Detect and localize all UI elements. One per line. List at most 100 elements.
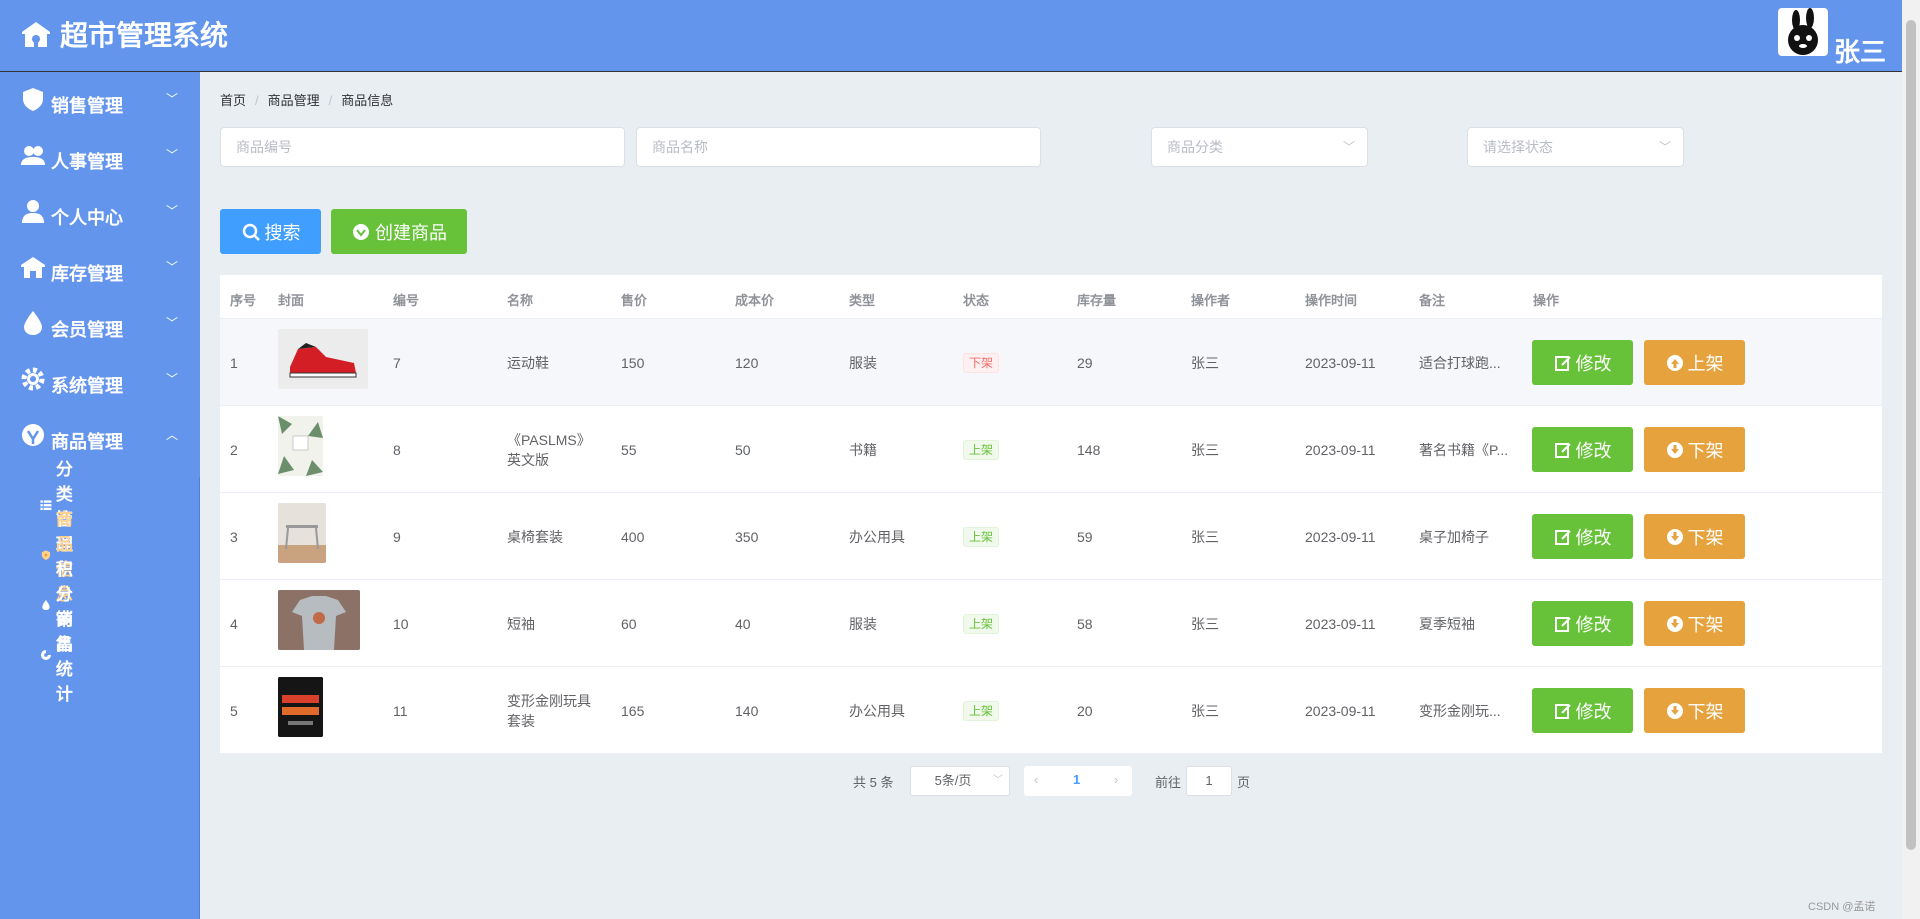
sidebar-item-products[interactable]: 商品管理 ︿: [0, 408, 200, 464]
sidebar-subitem-sales-stats[interactable]: 销售统计: [40, 610, 87, 704]
arrow-up-icon: [1666, 354, 1683, 371]
status-badge: 下架: [963, 352, 1000, 373]
product-cover-image: [278, 677, 323, 737]
watermark: CSDN @孟诺: [1808, 901, 1876, 913]
goto-label: 前往: [1155, 774, 1182, 790]
take-off-shelf-button[interactable]: 下架: [1644, 514, 1745, 559]
edit-icon: [1554, 616, 1571, 632]
cell-cost: 40: [735, 615, 751, 632]
breadcrumb-products[interactable]: 商品管理: [268, 93, 320, 108]
pager: ‹ 1 ›: [1024, 766, 1132, 796]
cell-note: 桌子加椅子: [1419, 528, 1489, 545]
product-code-placeholder: 商品编号: [236, 139, 292, 155]
create-product-button[interactable]: 创建商品: [331, 209, 467, 254]
product-name-input[interactable]: 商品名称: [636, 127, 1041, 167]
status-select[interactable]: 请选择状态 ﹀: [1467, 127, 1684, 167]
status-placeholder: 请选择状态: [1483, 139, 1553, 155]
cell-index: 4: [230, 615, 238, 632]
pagination-total: 共 5 条: [853, 774, 894, 790]
product-cover-image: [278, 590, 360, 650]
column-header-type: 类型: [849, 293, 876, 308]
edit-button-label: 修改: [1575, 614, 1612, 635]
sidebar-item-profile[interactable]: 个人中心 ﹀: [0, 184, 200, 240]
take-off-shelf-button[interactable]: 下架: [1644, 688, 1745, 733]
edit-button[interactable]: 修改: [1532, 514, 1633, 559]
cell-cost: 50: [735, 441, 751, 458]
product-code-input[interactable]: 商品编号: [220, 127, 625, 167]
sidebar-item-sales[interactable]: 销售管理 ﹀: [0, 72, 200, 128]
take-off-shelf-button[interactable]: 下架: [1644, 601, 1745, 646]
sidebar-item-label: 个人中心: [51, 208, 123, 228]
edit-button-label: 修改: [1575, 440, 1612, 461]
edit-button[interactable]: 修改: [1532, 688, 1633, 733]
cell-code: 7: [393, 354, 401, 371]
cell-time: 2023-09-11: [1305, 528, 1376, 545]
cell-name: 运动鞋: [507, 354, 549, 371]
breadcrumb-separator: /: [328, 93, 333, 108]
cell-code: 10: [393, 615, 409, 632]
drop-icon: [42, 599, 50, 611]
cell-time: 2023-09-11: [1305, 615, 1376, 632]
shield-icon: [23, 88, 43, 111]
column-header-operator: 操作者: [1191, 293, 1231, 308]
take-off-shelf-button[interactable]: 下架: [1644, 427, 1745, 472]
warehouse-icon: [21, 257, 45, 278]
cell-status: 下架: [963, 319, 1000, 406]
status-badge: 上架: [963, 526, 1000, 547]
cell-type: 服装: [849, 615, 877, 632]
column-header-status: 状态: [963, 293, 990, 308]
cell-note: 著名书籍《P...: [1419, 441, 1509, 458]
list-icon: [40, 500, 52, 511]
arrow-down-icon: [1666, 441, 1683, 458]
scrollbar-thumb[interactable]: [1906, 20, 1916, 850]
cell-price: 165: [621, 702, 645, 719]
cell-status: 上架: [963, 580, 1000, 667]
category-select[interactable]: 商品分类 ﹀: [1151, 127, 1368, 167]
shelf-button-label: 上架: [1687, 353, 1724, 374]
page-number-current[interactable]: 1: [1073, 766, 1080, 794]
table-row: 1 7 运动鞋 150 120 服装 下架 29 张三 2023-09-11 适…: [220, 319, 1882, 406]
edit-icon: [1554, 355, 1571, 371]
cell-time: 2023-09-11: [1305, 354, 1376, 371]
desk-chair-image: [278, 503, 326, 563]
shelf-button-label: 下架: [1687, 527, 1724, 548]
product-icon: [22, 424, 44, 446]
chevron-down-icon: ﹀: [166, 204, 179, 218]
search-button[interactable]: 搜索: [220, 209, 321, 254]
edit-button[interactable]: 修改: [1532, 427, 1633, 472]
edit-button[interactable]: 修改: [1532, 340, 1633, 385]
chevron-down-icon: ﹀: [166, 92, 179, 106]
sidebar-item-inventory[interactable]: 库存管理 ﹀: [0, 240, 200, 296]
page-size-select[interactable]: 5条/页 ﹀: [910, 766, 1010, 796]
cell-note: 变形金刚玩...: [1419, 702, 1501, 719]
sidebar-item-members[interactable]: 会员管理 ﹀: [0, 296, 200, 352]
next-page-button[interactable]: ›: [1114, 766, 1118, 794]
goto-page-input[interactable]: 1: [1186, 766, 1232, 796]
edit-icon: [1554, 529, 1571, 545]
list-on-shelf-button[interactable]: 上架: [1644, 340, 1745, 385]
arrow-down-icon: [1666, 528, 1683, 545]
avatar[interactable]: [1778, 8, 1828, 56]
page-scrollbar[interactable]: [1902, 0, 1920, 919]
cell-stock: 148: [1077, 441, 1101, 458]
cell-price: 400: [621, 528, 645, 545]
sidebar-item-system[interactable]: 系统管理 ﹀: [0, 352, 200, 408]
product-cover-image: [278, 416, 323, 476]
edit-button[interactable]: 修改: [1532, 601, 1633, 646]
username[interactable]: 张三: [1834, 32, 1886, 69]
column-header-stock: 库存量: [1077, 293, 1117, 308]
cell-type: 办公用具: [849, 528, 905, 545]
prev-page-button[interactable]: ‹: [1034, 766, 1038, 794]
breadcrumb-home[interactable]: 首页: [220, 93, 246, 108]
cell-operator: 张三: [1191, 615, 1219, 632]
app-logo: 超市管理系统: [20, 14, 228, 54]
gear-icon: [21, 367, 45, 391]
sidebar-item-hr[interactable]: 人事管理 ﹀: [0, 128, 200, 184]
sidebar-subitem-label: 销售统计: [55, 610, 73, 704]
table-header: 序号 封面 编号 名称 售价 成本价 类型 状态 库存量 操作者 操作时间 备注…: [220, 275, 1882, 319]
toy-set-image: [278, 677, 323, 737]
chevron-down-icon: ﹀: [166, 148, 179, 162]
arrow-down-icon: [1666, 615, 1683, 632]
cell-index: 3: [230, 528, 238, 545]
cell-code: 8: [393, 441, 401, 458]
